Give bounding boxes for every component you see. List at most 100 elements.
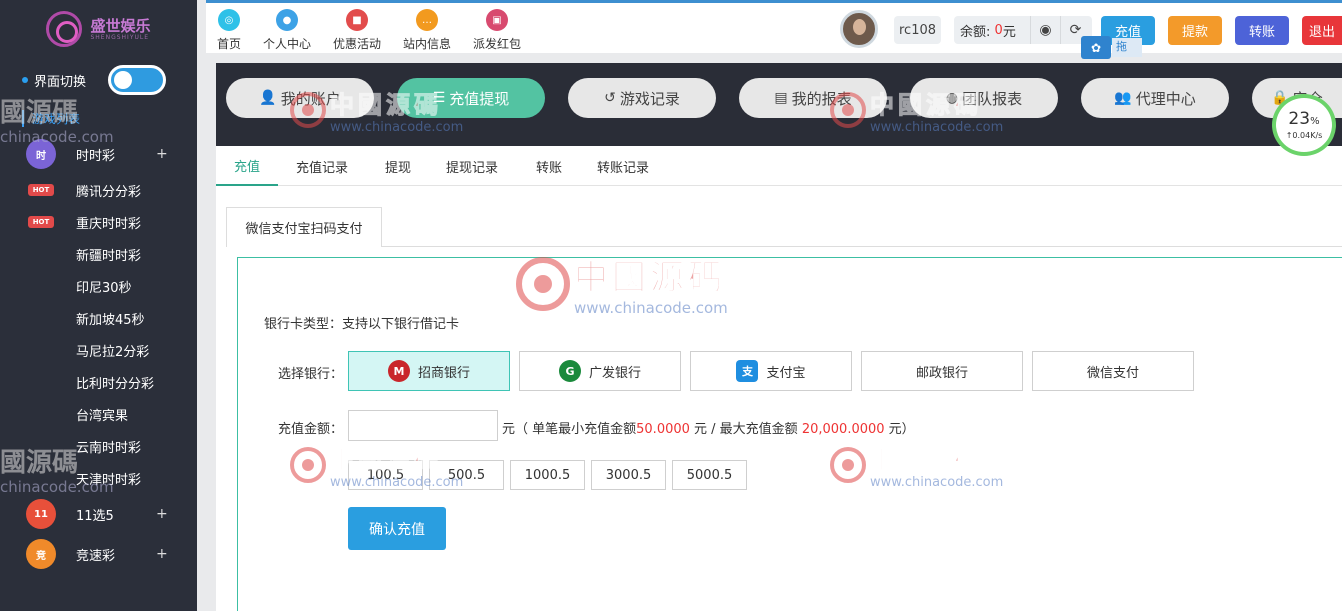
confirm-recharge-button[interactable]: 确认充值 (348, 507, 446, 550)
interface-switch-label: 界面切换 (34, 74, 87, 90)
network-speed-widget: 23% ↑0.04K/s (1272, 94, 1336, 156)
speed-rate: ↑0.04K/s (1285, 131, 1323, 140)
expand-icon[interactable]: + (156, 546, 168, 562)
nav-promotions[interactable]: ■ 优惠活动 (333, 9, 381, 52)
tab-transfer[interactable]: 转账 (536, 146, 562, 186)
game-item-manila[interactable]: 马尼拉2分彩 (0, 334, 197, 366)
sidebar: 盛世娱乐 SHENGSHIYULE 界面切换 游戏列表 时 时时彩 + HOT 腾… (0, 0, 197, 611)
nav-red-packet[interactable]: ▣ 派发红包 (473, 9, 521, 52)
tabs: 充值 充值记录 提现 提现记录 转账 转账记录 (216, 146, 1342, 186)
logout-button[interactable]: 退出 (1302, 16, 1342, 45)
category-racing[interactable]: 竞 竞速彩 + (0, 534, 197, 574)
dot-icon (22, 77, 28, 83)
expand-icon[interactable]: + (156, 506, 168, 522)
alipay-icon: 支 (736, 360, 759, 382)
top-bar: ◎ 首页 ● 个人中心 ■ 优惠活动 … 站内信息 ▣ 派发红包 rc108 余… (206, 0, 1342, 53)
11x5-icon: 11 (26, 499, 56, 529)
home-icon: ◎ (218, 9, 240, 31)
category-label: 竞速彩 (76, 548, 116, 564)
menu-team-reports[interactable]: ◍ 团队报表 (910, 78, 1058, 118)
game-item-yunnan[interactable]: 云南时时彩 (0, 430, 197, 462)
select-bank-label: 选择银行： (278, 367, 344, 382)
balance-value: 0 (994, 22, 1003, 38)
quick-amount-button[interactable]: 100.5 (348, 460, 423, 490)
quick-amount-button[interactable]: 3000.5 (591, 460, 666, 490)
transfer-button[interactable]: 转账 (1235, 16, 1289, 45)
game-item-xinjiang[interactable]: 新疆时时彩 (0, 238, 197, 270)
balance-label: 余额: (960, 24, 991, 40)
nav-home[interactable]: ◎ 首页 (217, 9, 241, 52)
cmb-icon: M (387, 360, 410, 382)
tab-wechat-alipay-qr[interactable]: 微信支付宝扫码支付 (226, 207, 382, 247)
logo[interactable]: 盛世娱乐 SHENGSHIYULE (0, 0, 197, 58)
logo-text: 盛世娱乐 (90, 16, 151, 35)
amount-limit-text: 元（ 单笔最小充值金额50.0000 元 / 最大充值金额 20,000.000… (502, 422, 915, 437)
speed-percent: 23 (1288, 109, 1311, 129)
hot-badge: HOT (28, 184, 54, 196)
game-item-chongqing[interactable]: HOT 重庆时时彩 (0, 206, 197, 238)
game-item-tencent[interactable]: HOT 腾讯分分彩 (0, 174, 197, 206)
tab-withdraw[interactable]: 提现 (385, 146, 411, 186)
category-11x5[interactable]: 11 11选5 + (0, 494, 197, 534)
gift-icon: ■ (346, 9, 368, 31)
quick-amount-button[interactable]: 500.5 (429, 460, 504, 490)
game-item-singapore[interactable]: 新加坡45秒 (0, 302, 197, 334)
bank-option-cgb[interactable]: G 广发银行 (519, 351, 681, 391)
baidu-drag-icon[interactable]: ✿ (1081, 36, 1111, 59)
balance-box: 余额: 0元 ◉ ⟳ (954, 16, 1092, 44)
logo-icon (46, 11, 83, 47)
quick-amount-button[interactable]: 5000.5 (672, 460, 747, 490)
message-icon: … (416, 9, 438, 31)
tab-recharge-records[interactable]: 充值记录 (296, 146, 348, 186)
list-icon: ☰ (432, 90, 446, 106)
agents-icon: 👥 (1114, 90, 1132, 106)
balance-unit: 元 (1002, 24, 1016, 40)
amount-label: 充值金额： (278, 422, 344, 437)
menu-agent-center[interactable]: 👥 代理中心 (1081, 78, 1229, 118)
avatar[interactable] (840, 10, 878, 48)
tab-recharge[interactable]: 充值 (216, 146, 279, 186)
game-item-belgium[interactable]: 比利时分分彩 (0, 366, 197, 398)
max-amount: 20,000.0000 (801, 422, 885, 437)
ssc-icon: 时 (26, 139, 56, 169)
game-item-taiwan[interactable]: 台湾宾果 (0, 398, 197, 430)
username: rc108 (894, 16, 941, 44)
game-item-indonesia[interactable]: 印尼30秒 (0, 270, 197, 302)
interface-switch-toggle[interactable] (108, 65, 167, 95)
interface-switch-row: 界面切换 (0, 58, 197, 102)
category-label: 时时彩 (76, 148, 116, 164)
game-list-title: 游戏列表 (0, 102, 197, 134)
main-content: 充值 充值记录 提现 提现记录 转账 转账记录 微信支付宝扫码支付 银行卡类型：… (216, 146, 1342, 611)
game-item-tianjin[interactable]: 天津时时彩 (0, 462, 197, 494)
menu-my-account[interactable]: 👤 我的账户 (226, 78, 374, 118)
red-packet-icon: ▣ (486, 9, 508, 31)
menu-recharge-withdraw[interactable]: ☰ 充值提现 (397, 78, 545, 118)
tab-withdraw-records[interactable]: 提现记录 (446, 146, 498, 186)
drag-label[interactable]: 拖 (1112, 38, 1142, 57)
cgb-icon: G (558, 360, 581, 382)
menu-my-reports[interactable]: ▤ 我的报表 (739, 78, 887, 118)
category-label: 11选5 (76, 508, 114, 524)
nav-personal-center[interactable]: ● 个人中心 (263, 9, 311, 52)
bank-option-wechat[interactable]: 微信支付 (1032, 351, 1194, 391)
withdraw-button[interactable]: 提款 (1168, 16, 1222, 45)
quick-amount-button[interactable]: 1000.5 (510, 460, 585, 490)
expand-icon[interactable]: + (156, 146, 168, 162)
document-icon: ▤ (774, 90, 788, 106)
logo-subtitle: SHENGSHIYULE (90, 33, 150, 41)
user-icon: ● (276, 9, 298, 31)
nav-messages[interactable]: … 站内信息 (403, 9, 451, 52)
user-icon: 👤 (259, 90, 277, 106)
tab-transfer-records[interactable]: 转账记录 (597, 146, 649, 186)
team-icon: ◍ (945, 90, 959, 106)
category-ssc[interactable]: 时 时时彩 + (0, 134, 197, 174)
amount-input[interactable] (348, 410, 498, 441)
bank-option-alipay[interactable]: 支 支付宝 (690, 351, 852, 391)
eye-icon[interactable]: ◉ (1030, 16, 1060, 44)
bank-option-cmb[interactable]: M 招商银行 (348, 351, 510, 391)
history-icon: ↺ (604, 90, 616, 106)
divider (382, 246, 1342, 247)
menu-game-records[interactable]: ↺ 游戏记录 (568, 78, 716, 118)
racing-icon: 竞 (26, 539, 56, 569)
bank-option-psbc[interactable]: 邮政银行 (861, 351, 1023, 391)
